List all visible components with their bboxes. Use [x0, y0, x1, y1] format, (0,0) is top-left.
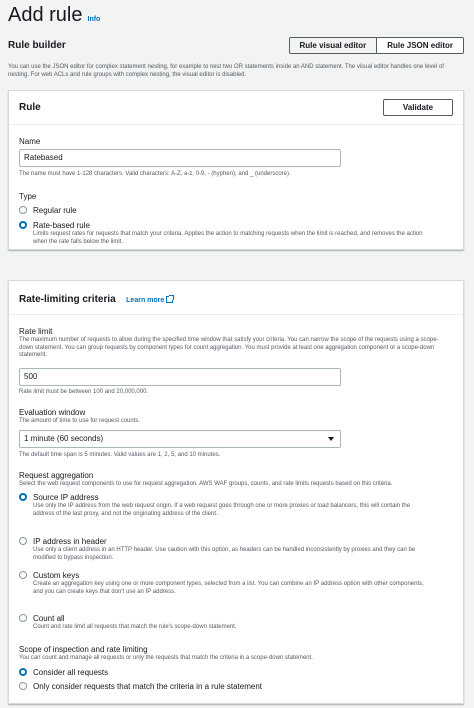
eval-window-help: The default time span is 5 minutes. Vali…	[19, 452, 221, 458]
custom-keys-radio[interactable]	[19, 571, 27, 579]
scope-label: Scope of inspection and rate limiting	[19, 645, 148, 654]
consider-all-radio[interactable]	[19, 668, 27, 676]
caret-down-icon	[328, 437, 334, 441]
rate-limit-desc: The maximum number of requests to allow …	[19, 337, 439, 358]
custom-keys-desc: Create an aggregation key using one or m…	[33, 581, 424, 595]
scope-down-radio[interactable]	[19, 682, 27, 690]
custom-keys-label: Custom keys	[33, 571, 80, 580]
rule-builder-title: Rule builder	[8, 39, 66, 51]
rate-based-rule-label: Rate-based rule	[33, 221, 90, 230]
regular-rule-radio[interactable]	[19, 206, 27, 214]
rule-builder-row: Rule builder Rule visual editor Rule JSO…	[8, 35, 466, 55]
learn-more-text: Learn more	[126, 296, 165, 304]
rule-builder-help: You can use the JSON editor for complex …	[8, 64, 444, 78]
request-aggregation-desc: Select the web request components to use…	[19, 481, 393, 487]
eval-window-desc: The amount of time to use for request co…	[19, 418, 141, 424]
eval-window-label: Evaluation window	[19, 408, 86, 417]
info-link[interactable]: Info	[88, 16, 101, 23]
name-help: The name must have 1-128 characters. Val…	[19, 171, 291, 177]
scope-desc: You can count and manage all requests or…	[19, 655, 313, 661]
rate-limit-input[interactable]: 500	[19, 368, 341, 386]
rate-panel-title-wrap: Rate-limiting criteria Learn more	[19, 289, 175, 307]
rule-panel: Rule Validate Name Ratebased The name mu…	[8, 90, 464, 250]
type-label: Type	[19, 192, 37, 201]
eval-window-value: 1 minute (60 seconds)	[24, 434, 104, 443]
page-title: Add rule	[8, 4, 83, 26]
rule-panel-header: Rule Validate	[9, 91, 463, 125]
rate-panel-header: Rate-limiting criteria Learn more	[9, 281, 463, 315]
ip-header-radio[interactable]	[19, 537, 27, 545]
request-aggregation-label: Request aggregation	[19, 471, 94, 480]
ip-header-desc: Use only a client address in an HTTP hea…	[33, 547, 416, 561]
consider-all-label: Consider all requests	[33, 668, 109, 677]
count-all-desc: Count and rate limit all requests that m…	[33, 624, 237, 630]
source-ip-radio[interactable]	[19, 493, 27, 501]
source-ip-label: Source IP address	[33, 493, 99, 502]
rate-limit-help: Rate limit must be between 100 and 20,00…	[19, 389, 149, 395]
eval-window-select[interactable]: 1 minute (60 seconds)	[19, 430, 341, 448]
rate-based-rule-desc: Limits request rates for requests that m…	[33, 231, 423, 245]
rate-limit-label: Rate limit	[19, 327, 53, 336]
page-header: Add rule Info	[8, 0, 100, 32]
rate-based-rule-radio[interactable]	[19, 221, 27, 229]
rule-visual-editor-button[interactable]: Rule visual editor	[289, 37, 377, 53]
scope-down-label: Only consider requests that match the cr…	[33, 682, 262, 691]
rate-limiting-panel: Rate-limiting criteria Learn more Rate l…	[8, 280, 464, 704]
external-link-icon	[166, 294, 175, 303]
rate-panel-title: Rate-limiting criteria	[19, 293, 116, 305]
count-all-label: Count all	[33, 614, 65, 623]
editor-toggle: Rule visual editor Rule JSON editor	[288, 36, 464, 54]
name-label: Name	[19, 137, 41, 146]
count-all-radio[interactable]	[19, 614, 27, 622]
name-input[interactable]: Ratebased	[19, 149, 341, 167]
rule-json-editor-button[interactable]: Rule JSON editor	[376, 37, 463, 53]
ip-header-label: IP address in header	[33, 537, 107, 546]
validate-button[interactable]: Validate	[383, 99, 453, 116]
learn-more-link[interactable]: Learn more	[126, 294, 175, 304]
regular-rule-label: Regular rule	[33, 206, 77, 215]
source-ip-desc: Use only the IP address from the web req…	[33, 503, 411, 517]
rule-panel-title: Rule	[19, 102, 41, 113]
